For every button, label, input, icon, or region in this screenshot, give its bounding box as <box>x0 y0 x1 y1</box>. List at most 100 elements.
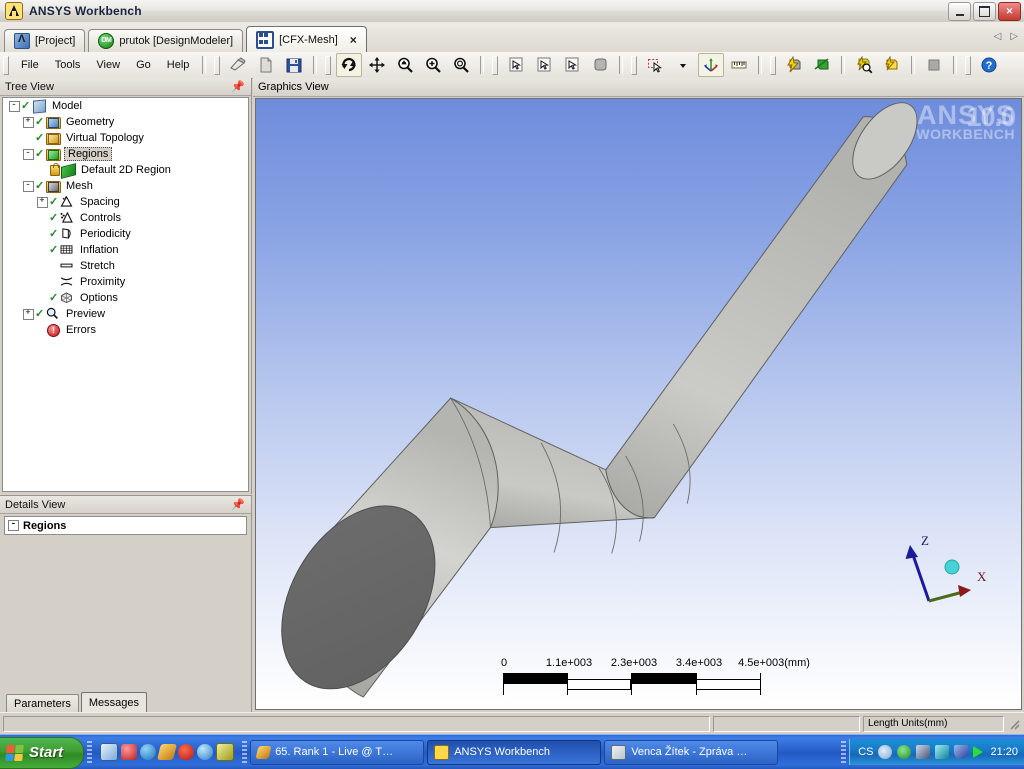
tree-item-inflation[interactable]: ✓ Inflation <box>3 242 248 258</box>
tree-item-proximity[interactable]: Proximity <box>3 274 248 290</box>
select-body-icon[interactable] <box>587 53 613 77</box>
tree-expander[interactable]: - <box>21 148 35 160</box>
firefox-icon[interactable] <box>178 744 195 760</box>
volume-icon[interactable] <box>878 745 893 759</box>
task-button-outlook[interactable]: Venca Žítek - Zpráva … <box>604 739 779 765</box>
tree-item-label: Controls <box>80 212 121 224</box>
tab-scroll-right-icon[interactable]: ▷ <box>1010 31 1018 42</box>
preview-surface-mesh-icon[interactable] <box>851 53 877 77</box>
toolbar-gripper-view[interactable] <box>325 55 332 75</box>
winamp-icon[interactable] <box>157 744 178 760</box>
task-button-winamp[interactable]: 65. Rank 1 - Live @ T… <box>250 739 425 765</box>
toolbar-gripper-tools[interactable] <box>631 55 638 75</box>
tree-view-body[interactable]: - ✓ Model + ✓ Geometry ✓ Virtual Topology - ✓ Regi… <box>2 97 249 492</box>
open-icon[interactable] <box>253 53 279 77</box>
zoom-in-icon[interactable] <box>420 53 446 77</box>
pin-icon[interactable]: 📌 <box>231 80 245 93</box>
pin-icon[interactable]: 📌 <box>231 498 245 511</box>
tree-item-virtual-topology[interactable]: ✓ Virtual Topology <box>3 130 248 146</box>
generate-surface-mesh-icon[interactable] <box>781 53 807 77</box>
tree-item-preview[interactable]: + ✓ Preview <box>3 306 248 322</box>
box-select-icon[interactable] <box>642 53 668 77</box>
restore-button[interactable] <box>973 2 996 21</box>
tree-item-periodicity[interactable]: ✓ Periodicity <box>3 226 248 242</box>
quicklaunch-gripper[interactable] <box>87 741 93 763</box>
new-icon[interactable] <box>225 53 251 77</box>
select-vertex-icon[interactable] <box>503 53 529 77</box>
resize-grip[interactable] <box>1007 717 1021 731</box>
language-indicator[interactable]: CS <box>858 746 873 758</box>
pan-icon[interactable] <box>364 53 390 77</box>
select-face-icon[interactable] <box>559 53 585 77</box>
tree-expander[interactable]: + <box>21 308 35 320</box>
tab-messages[interactable]: Messages <box>80 692 147 712</box>
realplayer-icon[interactable] <box>197 744 214 760</box>
tree-expander[interactable]: - <box>21 180 35 192</box>
tab-cfx-mesh[interactable]: [CFX-Mesh] × <box>246 26 367 52</box>
menu-gripper[interactable] <box>3 55 9 75</box>
menu-tools[interactable]: Tools <box>47 56 89 74</box>
tree-item-options[interactable]: ✓ Options <box>3 290 248 306</box>
menu-view[interactable]: View <box>88 56 128 74</box>
details-collapse-icon[interactable]: - <box>8 520 19 531</box>
tree-expander[interactable]: - <box>7 100 21 112</box>
save-icon[interactable] <box>281 53 307 77</box>
outlook-express-icon[interactable] <box>121 744 138 760</box>
minimize-button[interactable] <box>948 2 971 21</box>
preview-inflation-icon[interactable] <box>879 53 905 77</box>
zoom-to-fit-icon[interactable] <box>448 53 474 77</box>
generate-volume-mesh-icon[interactable] <box>809 53 835 77</box>
shield-icon[interactable] <box>954 745 969 759</box>
tab-designmodeler[interactable]: DM prutok [DesignModeler] <box>88 29 244 52</box>
model-geometry[interactable] <box>256 99 1021 709</box>
status-bar: Length Units(mm) <box>0 712 1024 734</box>
tree-item-stretch[interactable]: Stretch <box>3 258 248 274</box>
tree-item-controls[interactable]: ✓ Controls <box>3 210 248 226</box>
select-mode-dropdown-icon[interactable] <box>670 53 696 77</box>
tree-expander[interactable]: + <box>21 116 35 128</box>
toolbar-gripper-select[interactable] <box>492 55 499 75</box>
icq-icon[interactable] <box>216 743 235 761</box>
internet-explorer-icon[interactable] <box>140 744 157 760</box>
designmodeler-icon: DM <box>98 33 115 49</box>
tab-scroll-left-icon[interactable]: ◁ <box>994 31 1002 42</box>
taskbar-gripper[interactable] <box>242 741 248 763</box>
tab-project[interactable]: [Project] <box>4 29 86 52</box>
toolbar-gripper-file[interactable] <box>214 55 221 75</box>
tree-item-regions[interactable]: - ✓ Regions <box>3 146 248 162</box>
menu-go[interactable]: Go <box>128 56 159 74</box>
rotate-icon[interactable] <box>336 53 363 77</box>
tree-item-model[interactable]: - ✓ Model <box>3 98 248 114</box>
bluetooth-icon[interactable] <box>935 745 950 759</box>
ruler-measure-icon[interactable] <box>726 53 752 77</box>
graphics-view-title: Graphics View <box>258 81 329 93</box>
close-button[interactable]: ✕ <box>998 2 1021 21</box>
tray-gripper[interactable] <box>841 741 847 763</box>
tree-item-geometry[interactable]: + ✓ Geometry <box>3 114 248 130</box>
tab-parameters[interactable]: Parameters <box>6 694 79 712</box>
tab-close-icon[interactable]: × <box>350 33 357 47</box>
toolbar-gripper-help[interactable] <box>965 55 972 75</box>
play-icon[interactable] <box>973 746 984 758</box>
tree-item-default-2d-region[interactable]: Default 2D Region <box>3 162 248 179</box>
tree-item-mesh[interactable]: - ✓ Mesh <box>3 178 248 194</box>
network-icon[interactable] <box>916 745 931 759</box>
tree-item-errors[interactable]: ! Errors <box>3 322 248 338</box>
graphics-canvas[interactable]: ANSYS WORKBENCH 10.0 0 1.1e+003 2.3e+003… <box>255 98 1022 710</box>
help-icon[interactable]: ? <box>976 53 1002 77</box>
coordinate-triad-icon[interactable] <box>698 53 725 77</box>
stop-icon[interactable] <box>921 53 947 77</box>
tree-expander[interactable]: + <box>35 196 49 208</box>
menu-file[interactable]: File <box>13 56 47 74</box>
start-button[interactable]: Start <box>0 736 85 769</box>
menu-help[interactable]: Help <box>159 56 198 74</box>
show-desktop-icon[interactable] <box>100 743 119 761</box>
clover-icon[interactable] <box>897 745 912 759</box>
task-button-ansys[interactable]: ANSYS Workbench <box>427 739 602 765</box>
clock[interactable]: 21:20 <box>988 746 1018 758</box>
select-edge-icon[interactable] <box>531 53 557 77</box>
toolbar-gripper-mesh[interactable] <box>770 55 777 75</box>
details-group-row[interactable]: - Regions <box>4 516 247 535</box>
zoom-box-icon[interactable] <box>392 53 418 77</box>
tree-item-spacing[interactable]: + ✓ Spacing <box>3 194 248 210</box>
